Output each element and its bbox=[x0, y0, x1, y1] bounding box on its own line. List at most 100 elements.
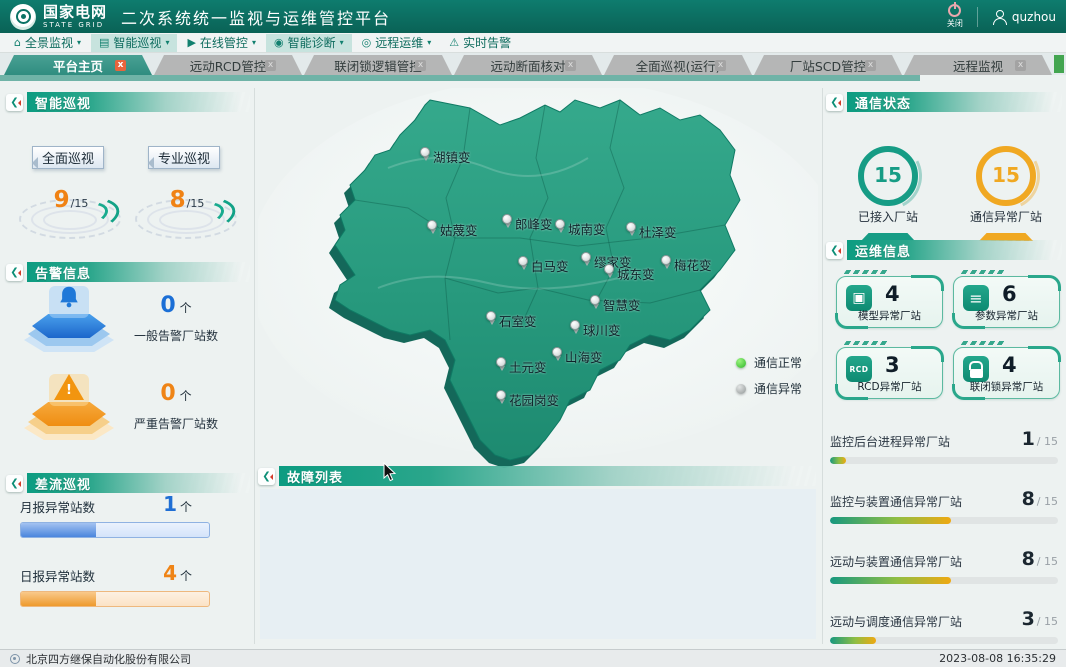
tab-close-icon[interactable]: x bbox=[865, 60, 876, 71]
pin-icon bbox=[626, 222, 636, 232]
tab-close-icon[interactable]: x bbox=[415, 60, 426, 71]
progress-bar bbox=[20, 522, 210, 538]
alarm-text: 0个 严重告警厂站数 bbox=[116, 381, 236, 432]
ops-card-label: 参数异常厂站 bbox=[954, 308, 1059, 323]
collapse-arrow-icon[interactable] bbox=[826, 242, 843, 259]
progress-row: 监控后台进程异常厂站 1/ 15 bbox=[830, 428, 1058, 464]
tab-label: 全面巡视(运行) bbox=[636, 56, 721, 75]
collapse-arrow-icon[interactable] bbox=[6, 264, 23, 281]
collapse-arrow-icon[interactable] bbox=[6, 475, 23, 492]
station-name: 杜泽变 bbox=[639, 222, 677, 241]
menu-item[interactable]: ◎ 远程运维 ▾ bbox=[354, 34, 440, 52]
station-name: 城东变 bbox=[617, 264, 655, 283]
pin-icon bbox=[604, 264, 614, 274]
tab-close-icon[interactable]: x bbox=[715, 60, 726, 71]
diffflow-row: 日报异常站数 4个 bbox=[20, 561, 210, 607]
legend-row: 通信异常 bbox=[736, 380, 802, 397]
tab-label: 远程监视 bbox=[953, 56, 1003, 75]
diagnose-icon: ◉ bbox=[274, 37, 284, 48]
tab[interactable]: 远程监视 x bbox=[904, 55, 1052, 75]
station-name: 郎峰变 bbox=[515, 214, 553, 233]
tab-close-icon[interactable]: x bbox=[115, 60, 126, 71]
menu-item[interactable]: ⌂ 全景监视 ▾ bbox=[6, 34, 89, 52]
ops-card[interactable]: 6 参数异常厂站 bbox=[953, 276, 1060, 328]
active-tab-band bbox=[0, 75, 920, 81]
bell-icon: ! bbox=[22, 282, 116, 354]
ops-card-value: 4 bbox=[885, 282, 900, 306]
section-header-comm: 通信状态 bbox=[826, 92, 1062, 112]
collapse-arrow-icon[interactable] bbox=[826, 94, 843, 111]
status-bar: 北京四方继保自动化股份有限公司 2023-08-08 16:35:29 bbox=[0, 649, 1066, 667]
user-icon bbox=[992, 10, 1006, 24]
ops-card[interactable]: 4 模型异常厂站 bbox=[836, 276, 943, 328]
patrol-gauges: 全面巡视 9/15 专业巡视 8/15 bbox=[18, 146, 240, 246]
station-name: 城南变 bbox=[568, 219, 606, 238]
pin-icon bbox=[555, 219, 565, 229]
list-icon: ▤ bbox=[99, 37, 109, 48]
progress-row: 远动与装置通信异常厂站 8/ 15 bbox=[830, 548, 1058, 584]
tab[interactable]: 远动RCD管控 x bbox=[154, 55, 302, 75]
progress-bar bbox=[830, 577, 1058, 584]
menu-item-label: 远程运维 bbox=[375, 34, 423, 51]
comm-gauge: 15 通信异常厂站 bbox=[954, 140, 1058, 241]
home-icon: ⌂ bbox=[14, 37, 21, 48]
tab[interactable]: 平台主页 x bbox=[4, 55, 152, 75]
tab-close-icon[interactable]: x bbox=[565, 60, 576, 71]
user-menu[interactable]: quzhou bbox=[992, 10, 1056, 24]
tab[interactable]: 厂站SCD管控 x bbox=[754, 55, 902, 75]
section-header-patrol: 智能巡视 bbox=[6, 92, 250, 112]
progress-bar bbox=[830, 637, 1058, 644]
station-name: 山海变 bbox=[565, 347, 603, 366]
station-name: 湖镇变 bbox=[433, 147, 471, 166]
close-button[interactable]: 关闭 bbox=[947, 4, 963, 29]
fault-list-panel bbox=[260, 489, 816, 639]
patrol-gauge-chart: 9/15 bbox=[18, 179, 124, 241]
status-dot-icon bbox=[736, 384, 746, 394]
menu-item-label: 全景监视 bbox=[25, 34, 73, 51]
progress-bar bbox=[830, 457, 1058, 464]
ops-card-label: RCD异常厂站 bbox=[837, 379, 942, 394]
chevron-down-icon: ▾ bbox=[427, 38, 431, 47]
section-title: 差流巡视 bbox=[27, 473, 250, 493]
ops-card[interactable]: 3 RCD异常厂站 bbox=[836, 347, 943, 399]
alert-icon: ⚠ bbox=[449, 37, 459, 48]
station-name: 球川变 bbox=[583, 320, 621, 339]
menu-item[interactable]: ◉ 智能诊断 ▾ bbox=[266, 34, 352, 52]
collapse-arrow-icon[interactable] bbox=[6, 94, 23, 111]
chevron-down-icon: ▾ bbox=[165, 38, 169, 47]
column-separator-right bbox=[822, 88, 823, 644]
station-name: 土元变 bbox=[509, 357, 547, 376]
tab[interactable]: 全面巡视(运行) x bbox=[604, 55, 752, 75]
brand-english: STATE GRID bbox=[43, 22, 107, 29]
section-title: 故障列表 bbox=[279, 466, 816, 486]
header-divider bbox=[977, 7, 978, 27]
ops-card-value: 4 bbox=[1002, 353, 1017, 377]
menu-item[interactable]: ▤ 智能巡视 ▾ bbox=[91, 34, 177, 52]
card-dashes-decoration bbox=[844, 270, 891, 274]
station-name: 花园岗变 bbox=[509, 390, 559, 409]
menu-item-label: 智能诊断 bbox=[288, 34, 336, 51]
comm-legend: 通信正常 通信异常 bbox=[736, 354, 802, 397]
tab-close-icon[interactable]: x bbox=[265, 60, 276, 71]
ops-card-label: 模型异常厂站 bbox=[837, 308, 942, 323]
ops-card[interactable]: 4 联闭锁异常厂站 bbox=[953, 347, 1060, 399]
pin-icon bbox=[518, 256, 528, 266]
tab-label: 远动断面核对 bbox=[490, 56, 565, 75]
station-name: 梅花变 bbox=[674, 255, 712, 274]
tab-scroll-indicator[interactable] bbox=[1054, 55, 1064, 73]
collapse-arrow-icon[interactable] bbox=[258, 468, 275, 485]
menu-item[interactable]: ⚠ 实时告警 bbox=[441, 34, 523, 52]
pin-icon bbox=[661, 255, 671, 265]
station-name: 石室变 bbox=[499, 311, 537, 330]
tab-close-icon[interactable]: x bbox=[1015, 60, 1026, 71]
chevron-down-icon: ▾ bbox=[77, 38, 81, 47]
diffflow-row: 月报异常站数 1个 bbox=[20, 492, 210, 538]
menu-item-label: 智能巡视 bbox=[113, 34, 161, 51]
company-name: 北京四方继保自动化股份有限公司 bbox=[26, 651, 191, 667]
tab[interactable]: 远动断面核对 x bbox=[454, 55, 602, 75]
tab[interactable]: 联闭锁逻辑管控 x bbox=[304, 55, 452, 75]
menu-bar: ⌂ 全景监视 ▾ ▤ 智能巡视 ▾ ▶ 在线管控 ▾ ◉ 智能诊断 ▾ ◎ 远程… bbox=[0, 33, 1066, 53]
section-title: 告警信息 bbox=[27, 262, 250, 282]
menu-item[interactable]: ▶ 在线管控 ▾ bbox=[179, 34, 264, 52]
ops-card-value: 3 bbox=[885, 353, 900, 377]
